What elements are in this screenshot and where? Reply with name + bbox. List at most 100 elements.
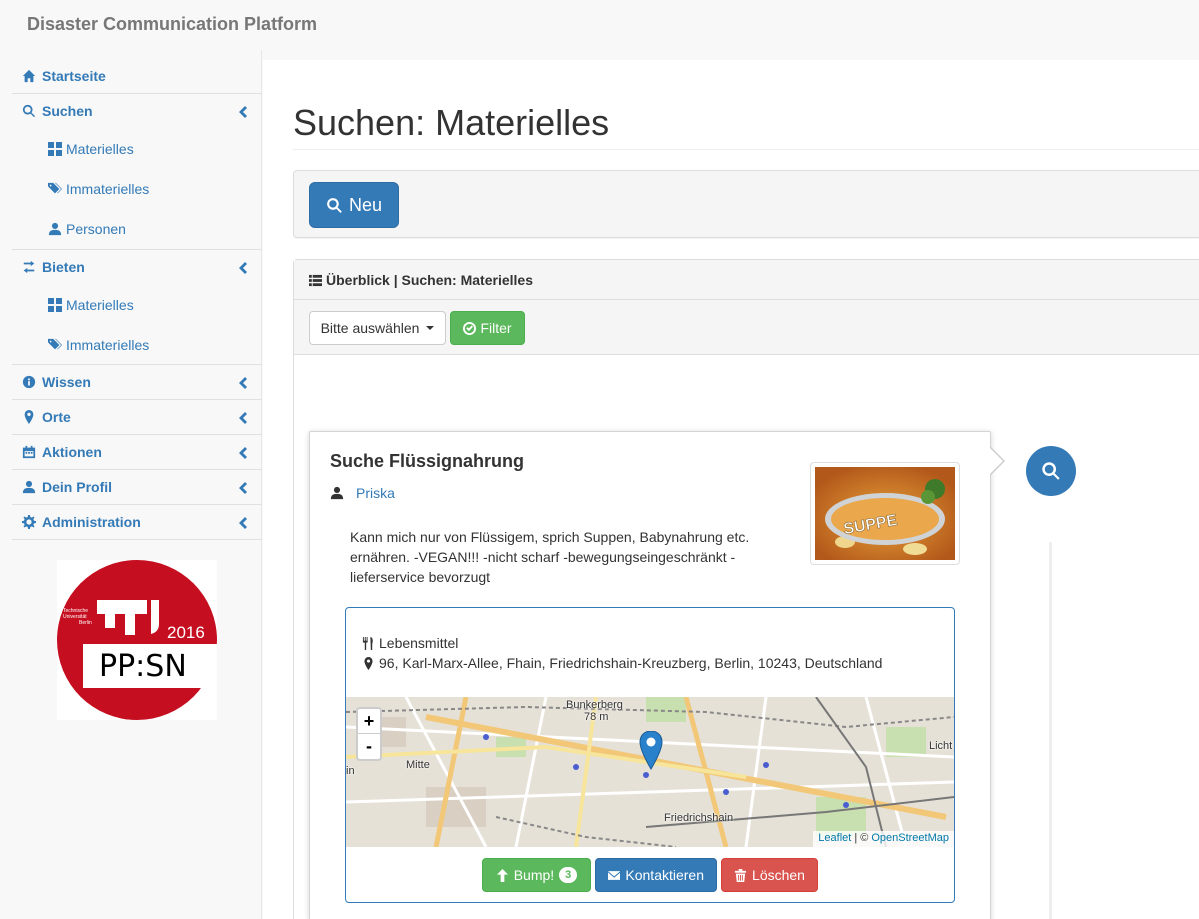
- logo-year: 2016: [167, 623, 205, 642]
- category-select-label: Bitte auswählen: [320, 320, 420, 336]
- page-title: Suchen: Materielles: [293, 102, 610, 143]
- toolbar-panel: Neu: [293, 170, 1199, 238]
- card-category-label: Lebensmittel: [379, 635, 459, 651]
- sidebar-subitem-label: Immaterielles: [66, 181, 150, 197]
- sidebar-subitem-label: Personen: [66, 221, 126, 237]
- card-address: 96, Karl-Marx-Allee, Fhain, Friedrichsha…: [362, 655, 882, 671]
- map-attribution: Leaflet | © OpenStreetMap: [813, 831, 954, 847]
- logo-text: PP:SN: [99, 649, 187, 684]
- map-label-elevation: 78 m: [584, 711, 609, 723]
- envelope-icon: [608, 870, 621, 880]
- card-address-label: 96, Karl-Marx-Allee, Fhain, Friedrichsha…: [379, 655, 883, 671]
- bump-button-label: Bump!: [513, 867, 555, 883]
- filter-button-label: Filter: [480, 320, 512, 336]
- search-icon: [1042, 462, 1060, 480]
- map-label-licht: Licht: [929, 740, 953, 752]
- user-link[interactable]: Priska: [356, 485, 395, 501]
- sidebar-item-label: Aktionen: [42, 444, 102, 460]
- map-marker-icon[interactable]: [639, 731, 663, 771]
- search-icon: [327, 197, 342, 213]
- user-icon: [48, 222, 62, 236]
- chevron-left-icon: [238, 446, 248, 459]
- sidebar: Startseite Suchen Materielles Immateriel…: [0, 50, 262, 919]
- filter-button[interactable]: Filter: [450, 311, 525, 345]
- card-actions: Bump! 3 Kontaktieren Löschen: [482, 858, 818, 892]
- category-select[interactable]: Bitte auswählen: [309, 311, 446, 345]
- app-title[interactable]: Disaster Communication Platform: [27, 14, 317, 35]
- sidebar-item-wissen[interactable]: Wissen: [12, 365, 262, 400]
- sidebar-item-administration[interactable]: Administration: [12, 505, 262, 540]
- card-info-box: Lebensmittel 96, Karl-Marx-Allee, Fhain,…: [345, 607, 955, 903]
- sidebar-nav: Startseite Suchen Materielles Immateriel…: [12, 59, 262, 540]
- sidebar-subitem-suchen-personen[interactable]: Personen: [12, 209, 262, 250]
- search-card: Suche Flüssignahrung Priska Kann mich nu…: [309, 431, 991, 919]
- attribution-separator: | ©: [854, 832, 869, 844]
- card-image[interactable]: SUPPE: [810, 462, 960, 565]
- map-label-friedrichshain: Friedrichshain: [664, 812, 734, 824]
- bump-button[interactable]: Bump! 3: [482, 858, 591, 892]
- sidebar-item-bieten[interactable]: Bieten: [12, 250, 262, 285]
- map-label-in: in: [346, 765, 355, 777]
- tu-berlin-logo: Technische Universität Berlin 2016 PP:SN: [57, 560, 217, 720]
- leaflet-link[interactable]: Leaflet: [818, 832, 851, 846]
- panel-heading-label: Überblick | Suchen: Materielles: [326, 272, 533, 288]
- sidebar-item-label: Suchen: [42, 103, 93, 119]
- trash-icon: [734, 868, 747, 882]
- osm-link[interactable]: OpenStreetMap: [871, 832, 949, 846]
- contact-button[interactable]: Kontaktieren: [595, 858, 717, 892]
- card-title: Suche Flüssignahrung: [330, 451, 525, 471]
- map-label-mitte: Mitte: [406, 759, 430, 771]
- map-label-bunkerberg: Bunkerberg: [566, 699, 623, 711]
- user-icon: [330, 486, 344, 500]
- chevron-left-icon: [238, 261, 248, 274]
- sidebar-item-label: Administration: [42, 514, 141, 530]
- list-icon: [309, 274, 322, 286]
- chevron-left-icon: [238, 481, 248, 494]
- new-button[interactable]: Neu: [309, 182, 399, 228]
- sidebar-item-orte[interactable]: Orte: [12, 400, 262, 435]
- check-circle-icon: [463, 321, 477, 335]
- info-icon: [22, 375, 36, 389]
- timeline-badge: [1026, 446, 1076, 496]
- location-map[interactable]: Bunkerberg 78 m Mitte Friedrichshain Lic…: [346, 697, 954, 847]
- sidebar-subitem-label: Immaterielles: [66, 337, 150, 353]
- logo-university-line-3: Berlin: [79, 620, 92, 626]
- sidebar-item-profil[interactable]: Dein Profil: [12, 470, 262, 505]
- card-user: Priska: [330, 485, 395, 501]
- chevron-left-icon: [238, 376, 248, 389]
- transfer-icon: [23, 260, 35, 274]
- sidebar-item-aktionen[interactable]: Aktionen: [12, 435, 262, 470]
- timeline-line: [1049, 542, 1052, 919]
- arrow-up-icon: [496, 868, 508, 882]
- sidebar-item-label: Bieten: [42, 259, 85, 275]
- sidebar-item-suchen[interactable]: Suchen: [12, 94, 262, 129]
- zoom-out-button[interactable]: -: [358, 734, 380, 759]
- sidebar-subitem-bieten-immaterielles[interactable]: Immaterielles: [12, 325, 262, 365]
- main-content: Suchen: Materielles Neu Überblick | Such…: [263, 60, 1199, 919]
- search-icon: [22, 104, 36, 118]
- filter-bar: Bitte auswählen Filter: [294, 300, 1199, 355]
- th-large-icon: [48, 298, 62, 312]
- zoom-in-button[interactable]: +: [358, 709, 380, 734]
- sidebar-subitem-bieten-materielles[interactable]: Materielles: [12, 285, 262, 325]
- sidebar-item-label: Dein Profil: [42, 479, 113, 495]
- sidebar-item-startseite[interactable]: Startseite: [12, 59, 262, 94]
- map-marker-icon: [364, 656, 373, 670]
- bump-count-badge: 3: [559, 867, 578, 883]
- chevron-left-icon: [238, 516, 248, 529]
- sidebar-subitem-suchen-materielles[interactable]: Materielles: [12, 129, 262, 169]
- card-pointer-inner: [989, 447, 1003, 475]
- sidebar-item-label: Orte: [42, 409, 71, 425]
- tags-icon: [48, 338, 62, 350]
- sidebar-item-label: Wissen: [42, 374, 91, 390]
- sidebar-subitem-label: Materielles: [66, 297, 134, 313]
- sidebar-item-label: Startseite: [42, 68, 106, 84]
- sidebar-subitem-suchen-immaterielles[interactable]: Immaterielles: [12, 169, 262, 209]
- chevron-left-icon: [238, 105, 248, 118]
- delete-button[interactable]: Löschen: [721, 858, 818, 892]
- card-description: Kann mich nur von Flüssigem, sprich Supp…: [350, 529, 750, 585]
- new-button-label: Neu: [348, 194, 383, 215]
- map-zoom-control: + -: [356, 707, 382, 761]
- map-marker-icon: [24, 410, 34, 424]
- contact-button-label: Kontaktieren: [625, 867, 704, 883]
